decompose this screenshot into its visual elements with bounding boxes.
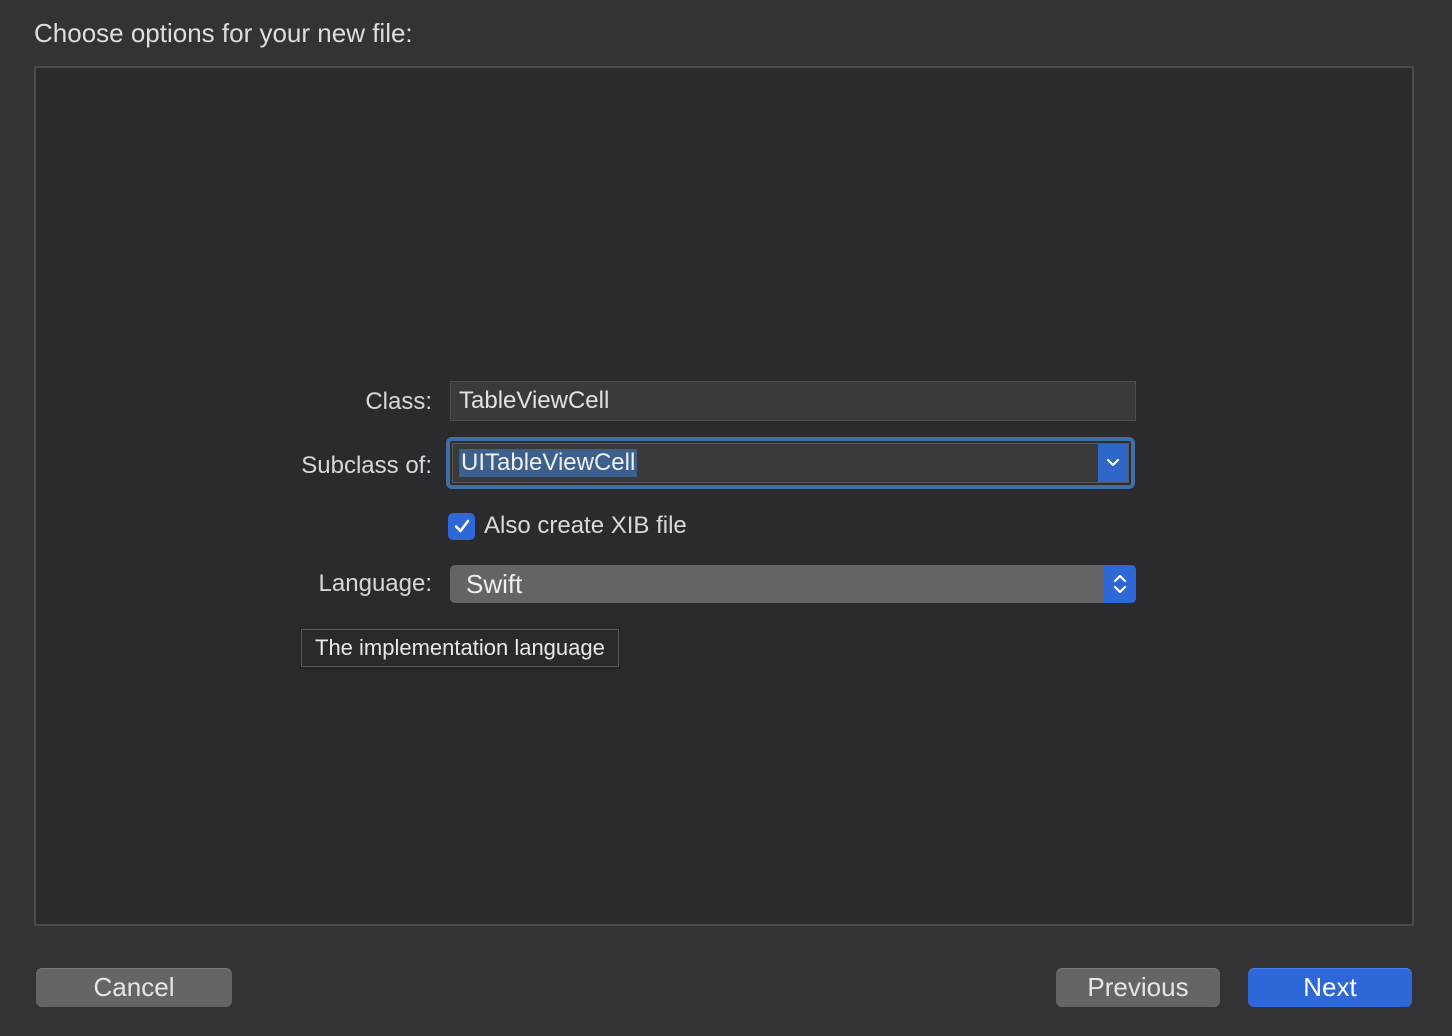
language-popup-arrows[interactable] bbox=[1104, 565, 1136, 603]
language-label: Language: bbox=[318, 570, 432, 597]
xib-checkbox-row[interactable]: Also create XIB file bbox=[448, 511, 687, 541]
class-label: Class: bbox=[365, 388, 432, 415]
subclass-dropdown-button[interactable] bbox=[1098, 444, 1128, 482]
language-popup-button[interactable]: Swift bbox=[450, 565, 1136, 603]
xib-checkbox[interactable] bbox=[448, 512, 475, 540]
language-tooltip: The implementation language bbox=[301, 629, 619, 667]
previous-button[interactable]: Previous bbox=[1056, 968, 1220, 1007]
checkmark-icon bbox=[454, 519, 469, 533]
chevron-down-icon bbox=[1106, 458, 1120, 467]
class-name-field[interactable]: TableViewCell bbox=[450, 381, 1136, 421]
page-title: Choose options for your new file: bbox=[34, 18, 413, 48]
subclass-label: Subclass of: bbox=[301, 452, 432, 479]
options-panel bbox=[34, 66, 1414, 926]
next-button[interactable]: Next bbox=[1248, 968, 1412, 1007]
subclass-selected-text: UITableViewCell bbox=[459, 449, 638, 477]
subclass-combo-box[interactable]: UITableViewCell bbox=[446, 437, 1135, 489]
xib-checkbox-label[interactable]: Also create XIB file bbox=[484, 512, 687, 540]
language-selected-value: Swift bbox=[466, 569, 523, 599]
cancel-button[interactable]: Cancel bbox=[36, 968, 232, 1007]
subclass-input[interactable]: UITableViewCell bbox=[452, 443, 1129, 483]
up-down-chevron-icon bbox=[1113, 574, 1127, 594]
